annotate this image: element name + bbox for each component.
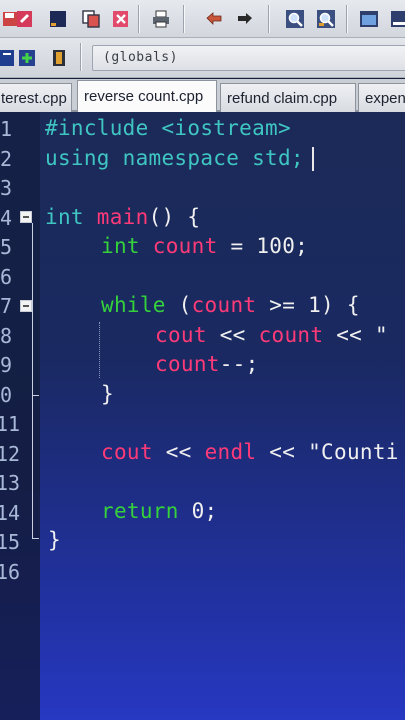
code-line-cout-count: cout << count << " [155,323,388,347]
square-icon[interactable] [47,8,69,30]
minimize-window-icon[interactable] [389,8,405,30]
line-number: 6 [0,265,12,289]
line-number: 11 [0,412,21,436]
code-line-include: #include <iostream> [45,116,291,140]
new-class-icon[interactable] [16,47,38,69]
separator [268,5,270,33]
code-text: ( [165,293,192,317]
text-caret [312,147,314,171]
line-number: 2 [0,147,12,171]
tab-refund-claim-cpp[interactable]: refund claim.cpp [220,83,356,112]
code-line-while: while (count >= 1) { [101,293,360,317]
function-name: main [96,205,149,229]
code-line-close-while: } [101,382,114,406]
undo-icon[interactable] [203,8,225,30]
line-number: 13 [0,471,21,495]
close-file-icon[interactable] [110,8,132,30]
tab-reverse-count-cpp[interactable]: reverse count.cpp [77,80,217,112]
keyword: int [45,205,84,229]
identifier: count [258,323,324,347]
line-number: 8 [0,324,12,348]
keyword: return [101,499,179,523]
line-number: 9 [0,353,12,377]
code-text: = 100; [217,234,309,258]
fold-toggle-while[interactable] [20,300,32,312]
identifier: count [191,293,257,317]
copy-icon[interactable] [80,8,102,30]
line-number: 16 [0,560,21,584]
code-text: () { [148,205,201,229]
line-number-gutter: 1 2 3 4 5 6 7 8 9 0 11 12 13 14 15 16 [0,112,40,720]
edit-icon[interactable] [14,8,36,30]
fold-end [32,538,39,539]
code-line-return: return 0; [101,499,218,523]
code-text: << " [323,323,388,347]
code-line-decrement: count--; [155,352,259,376]
line-number: 14 [0,501,21,525]
keyword: int [101,234,140,258]
code-text: >= 1) { [256,293,360,317]
line-number: 0 [0,383,12,407]
indent-guide [99,322,100,378]
line-number: 15 [0,530,21,554]
line-number: 4 [0,206,12,230]
code-line-main: int main() { [45,205,200,229]
main-toolbar [0,0,405,38]
print-icon[interactable] [150,8,172,30]
separator [183,5,185,33]
code-line-close-main: } [48,528,61,552]
scope-selector[interactable]: (globals) [92,45,405,71]
code-text: << [206,323,259,347]
separator [346,5,348,33]
line-number: 5 [0,235,12,259]
code-text: --; [219,352,259,376]
fold-toggle-main[interactable] [20,211,32,223]
identifier: count [152,234,218,258]
identifier: endl [204,440,257,464]
line-number: 12 [0,442,21,466]
line-number: 7 [0,294,12,318]
file-tab-bar: terest.cpp reverse count.cpp refund clai… [0,79,405,112]
code-line-count-decl: int count = 100; [101,234,308,258]
window-icon[interactable] [358,8,380,30]
separator [138,5,140,33]
tab-expen[interactable]: expen [358,83,405,112]
separator [80,43,82,71]
keyword: while [101,293,166,317]
redo-icon[interactable] [234,8,256,30]
fold-end [32,395,39,396]
file-icon[interactable] [48,47,70,69]
code-text: << [152,440,205,464]
identifier: count [155,352,220,376]
code-text: << "Counti [256,440,399,464]
code-text: 0; [178,499,218,523]
identifier: cout [101,440,153,464]
find-icon[interactable] [284,8,306,30]
code-line-cout-endl: cout << endl << "Counti [101,440,399,464]
find-replace-icon[interactable] [315,8,337,30]
tab-interest-cpp[interactable]: terest.cpp [0,83,72,112]
line-number: 1 [0,117,12,141]
identifier: cout [155,323,207,347]
line-number: 3 [0,176,12,200]
code-line-namespace: using namespace std; [45,146,304,170]
code-editor[interactable]: 1 2 3 4 5 6 7 8 9 0 11 12 13 14 15 16 #i… [0,112,405,720]
fold-line [32,312,33,395]
